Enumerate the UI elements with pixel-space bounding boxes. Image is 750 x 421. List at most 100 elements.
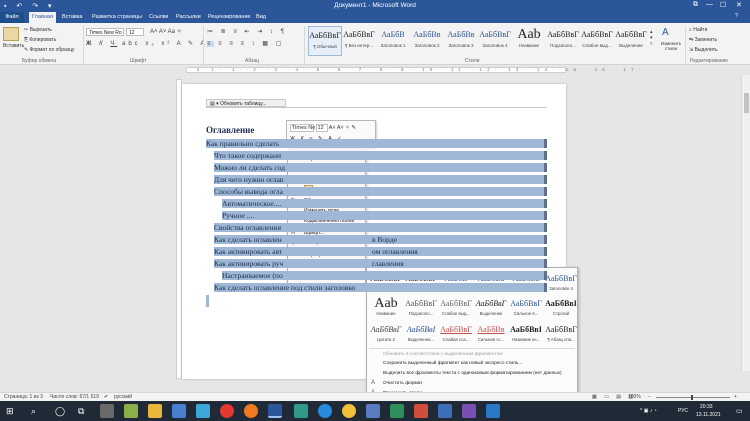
app-icon[interactable] — [172, 404, 186, 418]
change-styles-icon[interactable]: A — [662, 27, 682, 39]
toc-entry[interactable]: Что такое содержани — [214, 151, 547, 160]
toc-entry[interactable]: Ручное .... — [222, 211, 547, 220]
windows-start-icon[interactable]: ⊞ — [6, 406, 14, 417]
proofing-icon[interactable]: ✔ — [104, 394, 108, 400]
styles-action-item[interactable]: A Очистить формат — [369, 379, 575, 388]
style-gallery-tile[interactable]: АаБбВвI Строгий — [544, 296, 578, 320]
style-tile[interactable]: АаБбВвГ Слабое выд... — [580, 26, 614, 56]
help-icon[interactable]: ? — [735, 13, 738, 19]
style-tile[interactable]: АаБбВв Заголовок 2 — [410, 26, 444, 56]
style-gallery-tile[interactable]: АаБбВвГ Сильное в... — [509, 296, 543, 320]
toc-entry[interactable]: Как сделать оглавление под стили заголов… — [214, 283, 547, 292]
toc-entry[interactable]: Как правильно сделать — [206, 139, 547, 148]
task-view-icon[interactable]: ⧉ — [78, 406, 84, 417]
style-tile[interactable]: Aab Название — [512, 26, 546, 56]
app-icon[interactable] — [462, 404, 476, 418]
app-icon[interactable] — [438, 404, 452, 418]
list-buttons[interactable]: ≔ ≣ ≡ ⇤ ⇥ ↕ ¶ — [207, 28, 287, 35]
app-icon[interactable] — [414, 404, 428, 418]
tab-home[interactable]: Главная — [29, 12, 56, 23]
style-gallery-tile[interactable]: АаБбВвГ Слабое выд... — [439, 296, 473, 320]
toc-entry[interactable]: Как активировать авт ом оглавления — [214, 247, 547, 256]
style-gallery-tile[interactable]: АаБбВв Сильная сс... — [474, 322, 508, 346]
zoom-slider-handle[interactable] — [691, 395, 693, 400]
app-icon[interactable] — [390, 404, 404, 418]
styles-action-item[interactable]: Обновить в соответствии с выделенным фра… — [369, 350, 575, 359]
style-gallery-tile[interactable]: Aab Название — [369, 296, 403, 320]
toc-entry[interactable]: Настраиваемое (по — [222, 271, 547, 280]
mini-font-combo[interactable]: Times Ne — [290, 124, 315, 132]
format-painter-button[interactable]: ✎ Формат по образцу — [24, 47, 74, 53]
tab-file[interactable]: Файл — [0, 12, 24, 23]
style-gallery-tile[interactable]: АаБбВвГ Подзаголо... — [404, 296, 438, 320]
zoom-in-button[interactable]: + — [734, 394, 737, 400]
scrollbar-thumb[interactable] — [744, 93, 749, 113]
app-icon[interactable] — [294, 404, 308, 418]
horizontal-ruler[interactable]: ·2·1··1··2··3··4··5··6··7··8··9··10··11·… — [0, 65, 750, 75]
word-icon[interactable] — [268, 404, 282, 418]
toc-update-button[interactable]: ▤ ▾ Обновить таблицу... — [206, 99, 286, 107]
toc-entry[interactable]: Для чего нужно оглав — [214, 175, 547, 184]
zoom-out-button[interactable]: − — [648, 394, 651, 400]
app-icon[interactable] — [486, 404, 500, 418]
file-explorer-icon[interactable] — [148, 404, 162, 418]
tab-view[interactable]: Вид — [256, 14, 266, 20]
vertical-scrollbar[interactable] — [741, 75, 750, 371]
mini-size-combo[interactable]: 12 — [315, 124, 328, 132]
change-styles-button[interactable]: Изменить стили — [658, 41, 684, 51]
search-icon[interactable]: ⌕ — [31, 406, 36, 417]
style-gallery-tile[interactable]: АаБбВвI Выделенна... — [404, 322, 438, 346]
replace-button[interactable]: ⇆ Заменить — [689, 37, 717, 43]
tray-icons[interactable]: ^ ▣ ♪ ◔ — [640, 408, 657, 414]
notifications-icon[interactable]: ▭ — [736, 407, 743, 415]
style-tile[interactable]: АаБбВвГ Заголовок 4 — [478, 26, 512, 56]
toc-entry[interactable]: Способы вывода огла — [214, 187, 547, 196]
word-count[interactable]: Число слов: 67/1 519 — [50, 394, 99, 400]
opera-icon[interactable] — [220, 404, 234, 418]
app-icon[interactable] — [100, 404, 114, 418]
styles-scroll-arrows[interactable]: ▴ ▾ ▿ — [650, 29, 653, 47]
chrome-icon[interactable] — [342, 404, 356, 418]
font-format-buttons[interactable]: Ж К Ч abc x₂ x² A ✎ A — [86, 40, 207, 47]
style-tile[interactable]: АаБбВвГ Выделение — [614, 26, 648, 56]
tab-mailings[interactable]: Рассылки — [176, 14, 201, 20]
align-buttons[interactable]: ≡ ≡ ≡ ≡ ↕ ▦ ▢ — [207, 40, 284, 47]
clock-time[interactable]: 20:33 — [700, 404, 713, 410]
firefox-icon[interactable] — [244, 404, 258, 418]
toc-entry[interactable]: Можно ли сделать сод — [214, 163, 547, 172]
select-button[interactable]: ⇲ Выделить — [689, 47, 718, 53]
style-tile[interactable]: АаБбВвГ Подзаголо... — [546, 26, 580, 56]
copy-button[interactable]: ⎘ Копировать — [24, 37, 56, 43]
tab-layout[interactable]: Разметка страницы — [92, 14, 142, 20]
paste-icon[interactable] — [3, 27, 19, 41]
toc-entry[interactable]: Как сделать оглавлен в Ворде — [214, 235, 547, 244]
app-icon[interactable] — [124, 404, 138, 418]
zoom-level[interactable]: 100% — [628, 394, 641, 400]
style-tile[interactable]: АаБбВвГ ¶ Без интер... — [342, 26, 376, 56]
cut-button[interactable]: ✂ Вырезать — [24, 27, 52, 33]
language[interactable]: русский — [114, 394, 132, 400]
close-button[interactable]: ✕ — [736, 1, 742, 9]
style-gallery-tile[interactable]: АаБбВвГ Заголовок 4 — [544, 271, 578, 295]
toc-entry[interactable]: Свойства оглавления — [214, 223, 547, 232]
font-name-combo[interactable]: Times New Ro — [86, 28, 124, 36]
styles-action-item[interactable]: Выделить все фрагменты текста с одинаков… — [369, 369, 575, 378]
minimize-button[interactable]: — — [706, 1, 713, 8]
paste-button[interactable]: Вставить — [3, 43, 24, 49]
tab-insert[interactable]: Вставка — [62, 14, 82, 20]
maximize-button[interactable]: ☐ — [720, 1, 726, 9]
tab-review[interactable]: Рецензирование — [208, 14, 250, 20]
restore-ribbon-icon[interactable]: ⧉ — [693, 1, 698, 9]
style-gallery-tile[interactable]: АаБбВвГ Слабая сса... — [439, 322, 473, 346]
toc-entry[interactable]: Автоматическое.... — [222, 199, 547, 208]
font-size-combo[interactable]: 12 — [126, 28, 144, 36]
task-view-icon[interactable]: ◯ — [55, 406, 65, 417]
page-count[interactable]: Страница: 1 из 3 — [4, 394, 43, 400]
zoom-slider[interactable] — [656, 397, 730, 398]
input-language[interactable]: РУС — [678, 408, 688, 414]
app-icon[interactable] — [196, 404, 210, 418]
style-tile[interactable]: АаБбВв Заголовок 3 — [444, 26, 478, 56]
edge-icon[interactable] — [318, 404, 332, 418]
tab-references[interactable]: Ссылки — [149, 14, 168, 20]
toc-entry[interactable]: Как активировать руч главления — [214, 259, 547, 268]
